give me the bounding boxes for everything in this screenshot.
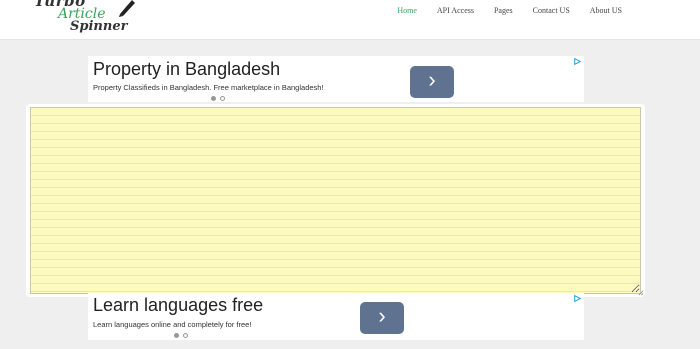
ad-banner-bottom[interactable]: Learn languages free Learn languages onl… [88, 293, 584, 340]
nav-contact-us[interactable]: Contact US [523, 6, 580, 15]
nav-api-access[interactable]: API Access [427, 6, 484, 15]
ad-arrow-button[interactable]: › [410, 66, 454, 98]
nav-home[interactable]: Home [387, 6, 427, 15]
carousel-dot-1[interactable] [174, 333, 179, 338]
ad-arrow-button[interactable]: › [360, 302, 404, 334]
nav-pages[interactable]: Pages [484, 6, 523, 15]
ad-banner-top[interactable]: Property in Bangladesh Property Classifi… [88, 56, 584, 102]
ad-description: Property Classifieds in Bangladesh. Free… [93, 83, 324, 92]
ad-carousel-dots [174, 333, 188, 338]
adchoices-icon[interactable] [574, 58, 581, 65]
nav-about-us[interactable]: About US [580, 6, 632, 15]
ad-headline[interactable]: Learn languages free [93, 295, 263, 316]
site-logo[interactable]: Turbo Article Spinner [28, 0, 150, 38]
pen-icon [119, 0, 135, 17]
ad-headline[interactable]: Property in Bangladesh [93, 59, 280, 80]
adchoices-icon[interactable] [574, 295, 581, 302]
carousel-dot-2[interactable] [220, 96, 225, 101]
carousel-dot-1[interactable] [211, 96, 216, 101]
logo-text-spinner: Spinner [70, 19, 128, 34]
top-navbar: Turbo Article Spinner Home API Access Pa… [0, 0, 700, 40]
ad-description: Learn languages online and completely fo… [93, 320, 252, 329]
spinner-panel [26, 104, 645, 297]
ad-carousel-dots [211, 96, 225, 101]
resize-grip-icon[interactable] [637, 289, 644, 296]
article-textarea[interactable] [30, 107, 641, 294]
main-nav: Home API Access Pages Contact US About U… [387, 6, 632, 15]
carousel-dot-2[interactable] [183, 333, 188, 338]
